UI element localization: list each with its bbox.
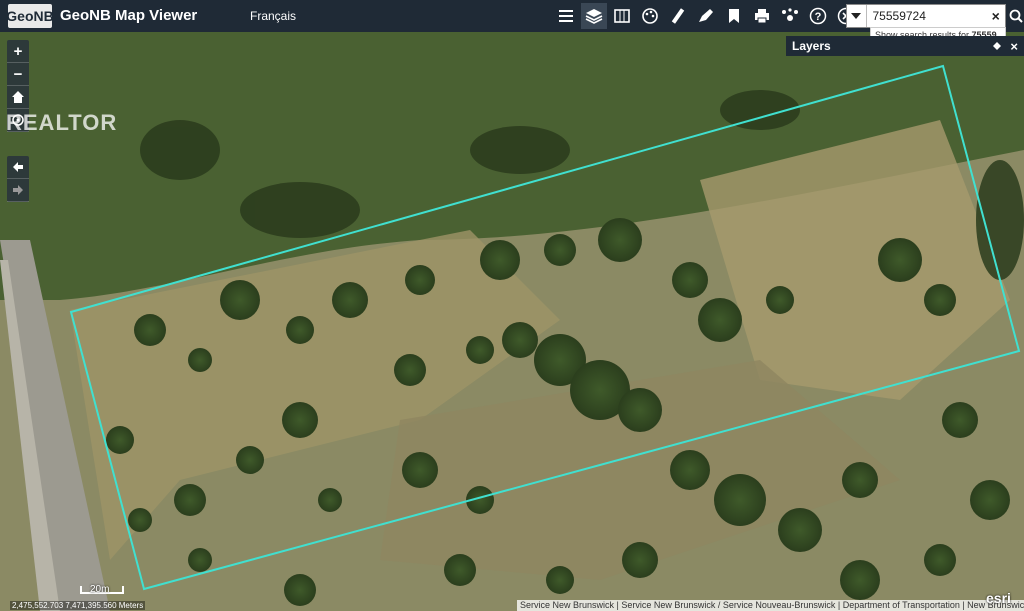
- coordinate-readout: 2,475,552.703 7,471,395.560 Meters: [10, 601, 146, 610]
- share-icon[interactable]: [777, 3, 803, 29]
- app-title: GeoNB Map Viewer: [60, 7, 198, 24]
- home-icon[interactable]: [7, 86, 29, 109]
- forward-arrow-icon[interactable]: [7, 179, 29, 202]
- realtor-watermark: REALTOR: [6, 110, 118, 135]
- scale-label: 20m: [90, 584, 110, 595]
- history-controls: [7, 156, 29, 202]
- attribution-text: Service New Brunswick | Service New Brun…: [517, 600, 1024, 611]
- measure-icon[interactable]: [665, 3, 691, 29]
- search-clear-button[interactable]: ×: [987, 8, 1006, 24]
- back-arrow-icon[interactable]: [7, 156, 29, 179]
- bookmark-icon[interactable]: [721, 3, 747, 29]
- zoom-in-button[interactable]: +: [7, 40, 29, 63]
- draw-icon[interactable]: [693, 3, 719, 29]
- svg-text:?: ?: [815, 11, 822, 23]
- search-icon[interactable]: [1008, 4, 1024, 28]
- zoom-out-button[interactable]: −: [7, 63, 29, 86]
- layers-panel-header: Layers ×: [786, 36, 1024, 56]
- search-box: ×: [846, 4, 1006, 28]
- chevron-down-icon: [851, 13, 862, 19]
- geonb-logo[interactable]: GeoNB: [6, 4, 54, 28]
- esri-logo: esri: [986, 590, 1011, 606]
- aerial-map[interactable]: [0, 0, 1024, 611]
- print-icon[interactable]: [749, 3, 775, 29]
- language-link[interactable]: Français: [250, 9, 296, 23]
- layers-collapse-icon[interactable]: [992, 39, 1002, 54]
- search-input[interactable]: [866, 5, 987, 27]
- help-icon[interactable]: ?: [805, 3, 831, 29]
- basemap-icon[interactable]: [609, 3, 635, 29]
- search-source-dropdown[interactable]: [847, 5, 867, 27]
- list-icon[interactable]: [553, 3, 579, 29]
- layers-panel-title: Layers: [792, 39, 831, 53]
- palette-icon[interactable]: [637, 3, 663, 29]
- layers-close-button[interactable]: ×: [1010, 39, 1018, 54]
- layers-icon[interactable]: [581, 3, 607, 29]
- toolbar: ?: [553, 3, 861, 29]
